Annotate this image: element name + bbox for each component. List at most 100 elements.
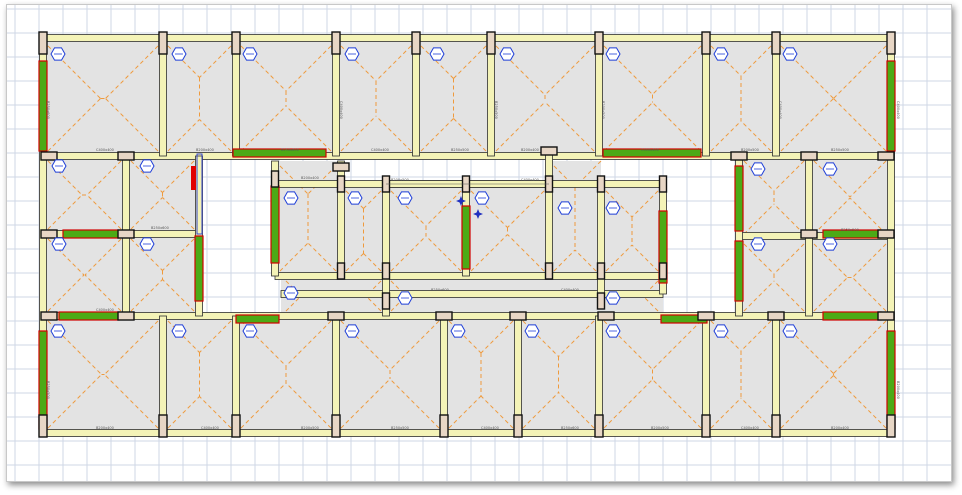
member-label: B200x500 — [301, 426, 319, 430]
column[interactable] — [38, 31, 48, 55]
slab-panel[interactable] — [416, 41, 491, 156]
shear-wall[interactable] — [38, 330, 48, 430]
column[interactable] — [800, 151, 818, 161]
column[interactable] — [597, 311, 615, 321]
column[interactable] — [331, 414, 341, 438]
member-label: B200x400 — [521, 148, 539, 152]
column[interactable] — [513, 414, 523, 438]
beam[interactable] — [332, 37, 340, 157]
member-label: B250x500 — [494, 101, 498, 119]
column[interactable] — [231, 31, 241, 55]
shear-wall[interactable] — [235, 314, 280, 324]
floor-plan[interactable]: C400x400 B200x400 B250x600 C400x400 B250x500… — [7, 5, 951, 481]
beam[interactable] — [159, 37, 167, 157]
member-label: B200x400 — [896, 381, 900, 399]
column[interactable] — [540, 146, 558, 156]
shear-wall[interactable] — [822, 311, 882, 321]
shear-wall[interactable] — [194, 235, 204, 302]
beam[interactable] — [42, 429, 892, 437]
column[interactable] — [701, 31, 711, 55]
column[interactable] — [40, 311, 58, 321]
beam[interactable] — [280, 290, 664, 298]
drawing-canvas[interactable]: C400x400 B200x400 B250x600 C400x400 B250x500… — [6, 4, 952, 482]
column[interactable] — [544, 262, 554, 280]
column[interactable] — [336, 175, 346, 193]
column[interactable] — [596, 292, 606, 310]
column[interactable] — [594, 414, 604, 438]
column[interactable] — [158, 414, 168, 438]
column[interactable] — [117, 311, 135, 321]
member-label: B200x500 — [601, 101, 605, 119]
column[interactable] — [886, 31, 896, 55]
column[interactable] — [411, 31, 421, 55]
column[interactable] — [697, 311, 715, 321]
column[interactable] — [381, 262, 391, 280]
beam[interactable] — [42, 152, 892, 160]
member-label: B250x500 — [841, 228, 859, 232]
member-label: C400x400 — [339, 101, 343, 119]
column[interactable] — [439, 414, 449, 438]
column[interactable] — [730, 151, 748, 161]
slab-panel[interactable] — [739, 156, 809, 239]
beam[interactable] — [42, 34, 892, 42]
column[interactable] — [771, 414, 781, 438]
beam[interactable] — [42, 312, 892, 320]
column[interactable] — [886, 414, 896, 438]
shear-wall[interactable] — [62, 229, 120, 239]
selected-wall[interactable] — [191, 166, 196, 190]
column[interactable] — [336, 262, 346, 280]
column[interactable] — [877, 311, 895, 321]
column[interactable] — [117, 229, 135, 239]
column[interactable] — [40, 151, 58, 161]
beam[interactable] — [412, 37, 420, 157]
shear-wall[interactable] — [886, 330, 896, 430]
beam[interactable] — [702, 37, 710, 157]
member-label: C400x400 — [896, 101, 900, 119]
slab-panel[interactable] — [126, 234, 199, 316]
column[interactable] — [327, 311, 345, 321]
column[interactable] — [877, 151, 895, 161]
shear-wall[interactable] — [461, 205, 471, 270]
column[interactable] — [435, 311, 453, 321]
column[interactable] — [877, 229, 895, 239]
shear-wall[interactable] — [38, 60, 48, 152]
column[interactable] — [332, 162, 350, 172]
member-label: B200x400 — [96, 426, 114, 430]
shear-wall[interactable] — [734, 165, 744, 232]
column[interactable] — [596, 175, 606, 193]
beam[interactable] — [595, 37, 603, 157]
column[interactable] — [331, 31, 341, 55]
column[interactable] — [594, 31, 604, 55]
member-label: B250x600 — [561, 426, 579, 430]
shear-wall[interactable] — [734, 240, 744, 302]
beam[interactable] — [232, 37, 240, 157]
column[interactable] — [270, 170, 280, 188]
member-label: B200x400 — [831, 426, 849, 430]
column[interactable] — [381, 292, 391, 310]
column[interactable] — [158, 31, 168, 55]
member-label: C400x400 — [641, 148, 659, 152]
beam[interactable] — [487, 37, 495, 157]
member-label: C400x400 — [371, 148, 389, 152]
beam[interactable] — [772, 37, 780, 157]
shear-wall[interactable] — [270, 185, 280, 264]
column[interactable] — [701, 414, 711, 438]
beam[interactable] — [545, 150, 553, 277]
shear-wall[interactable] — [232, 148, 327, 158]
column[interactable] — [486, 31, 496, 55]
column[interactable] — [38, 414, 48, 438]
column[interactable] — [596, 262, 606, 280]
slab-panel[interactable] — [386, 186, 466, 276]
column[interactable] — [767, 311, 785, 321]
column[interactable] — [231, 414, 241, 438]
member-label: C400x400 — [481, 426, 499, 430]
column[interactable] — [658, 262, 668, 280]
column[interactable] — [658, 175, 668, 193]
column[interactable] — [117, 151, 135, 161]
column[interactable] — [509, 311, 527, 321]
shear-wall[interactable] — [886, 60, 896, 152]
column[interactable] — [40, 229, 58, 239]
column[interactable] — [771, 31, 781, 55]
shear-wall[interactable] — [58, 311, 120, 321]
column[interactable] — [800, 229, 818, 239]
